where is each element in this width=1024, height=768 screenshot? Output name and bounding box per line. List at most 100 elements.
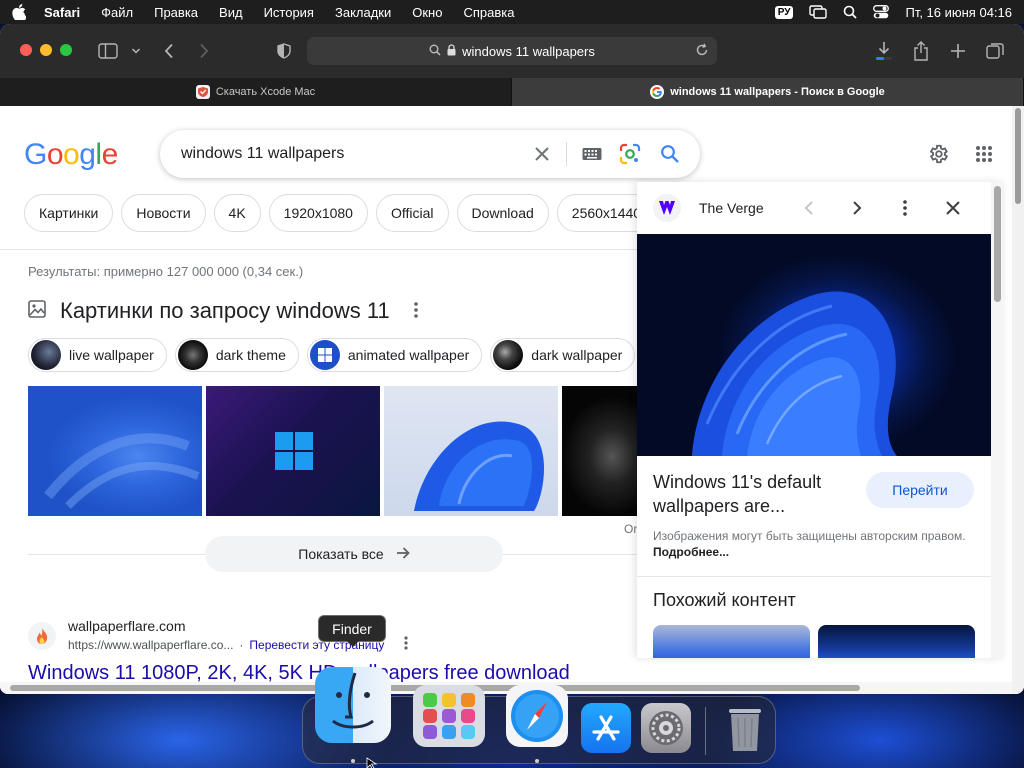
search-box[interactable]: windows 11 wallpapers bbox=[160, 130, 700, 178]
menu-bookmarks[interactable]: Закладки bbox=[335, 5, 391, 20]
similar-image[interactable] bbox=[653, 625, 810, 658]
tab-overview-icon[interactable] bbox=[983, 39, 1007, 63]
clear-search-icon[interactable] bbox=[530, 142, 554, 166]
image-result[interactable] bbox=[206, 386, 380, 516]
screen-mirroring-icon[interactable] bbox=[809, 5, 828, 19]
downloads-icon[interactable] bbox=[872, 39, 896, 63]
close-panel-icon[interactable] bbox=[941, 196, 965, 220]
horizontal-scrollbar[interactable] bbox=[0, 682, 1012, 694]
menu-bar: Safari Файл Правка Вид История Закладки … bbox=[0, 0, 1024, 24]
tab-group-chevron-icon[interactable] bbox=[124, 39, 148, 63]
reload-icon[interactable] bbox=[695, 43, 709, 60]
result-url[interactable]: https://www.wallpaperflare.co... bbox=[68, 638, 233, 652]
trash-icon[interactable] bbox=[721, 703, 769, 755]
forward-icon[interactable] bbox=[192, 39, 216, 63]
menu-view[interactable]: Вид bbox=[219, 5, 243, 20]
similar-image[interactable] bbox=[818, 625, 975, 658]
logo-letter: G bbox=[24, 138, 47, 171]
system-settings-icon[interactable] bbox=[641, 703, 691, 753]
more-options-icon[interactable] bbox=[413, 298, 418, 324]
refine-pill-dark-wallpaper[interactable]: dark wallpaper bbox=[490, 338, 636, 372]
lens-icon[interactable] bbox=[618, 142, 642, 166]
google-favicon-icon bbox=[650, 85, 665, 99]
safari-toolbar: windows 11 wallpapers bbox=[0, 24, 1024, 78]
menubar-clock[interactable]: Пт, 16 июня 04:16 bbox=[905, 5, 1012, 20]
visit-button[interactable]: Перейти bbox=[866, 472, 974, 508]
shield-favicon-icon bbox=[195, 85, 210, 99]
truncated-caption: Or bbox=[624, 522, 638, 536]
site-favicon-icon[interactable] bbox=[28, 622, 56, 650]
pill-label: dark wallpaper bbox=[531, 347, 623, 363]
google-results-page: Google windows 11 wallpapers Картинки Но… bbox=[0, 106, 1012, 694]
input-source-indicator[interactable]: РУ bbox=[774, 5, 794, 19]
spotlight-icon[interactable] bbox=[843, 5, 858, 19]
menu-file[interactable]: Файл bbox=[101, 5, 133, 20]
safari-window: windows 11 wallpapers Скачать Xcode Mac bbox=[0, 24, 1024, 694]
filter-chips: Картинки Новости 4K 1920x1080 Official D… bbox=[24, 194, 657, 232]
minimize-window-button[interactable] bbox=[40, 44, 52, 56]
preview-source-name[interactable]: The Verge bbox=[699, 200, 764, 216]
previous-image-icon[interactable] bbox=[797, 196, 821, 220]
google-apps-icon[interactable] bbox=[972, 142, 996, 166]
the-verge-logo-icon[interactable] bbox=[653, 194, 681, 222]
show-all-button[interactable]: Показать все bbox=[205, 536, 503, 572]
image-preview-panel: The Verge Windows 11's default wallpaper… bbox=[637, 182, 1004, 658]
google-logo[interactable]: Google bbox=[24, 138, 118, 172]
share-icon[interactable] bbox=[909, 39, 933, 63]
zoom-window-button[interactable] bbox=[60, 44, 72, 56]
refine-pill-live-wallpaper[interactable]: live wallpaper bbox=[28, 338, 167, 372]
apple-menu-icon[interactable] bbox=[12, 4, 26, 20]
logo-letter: o bbox=[63, 138, 80, 171]
vertical-scrollbar-thumb[interactable] bbox=[1015, 108, 1021, 204]
url-separator: · bbox=[239, 638, 244, 652]
result-site-name[interactable]: wallpaperflare.com bbox=[68, 618, 186, 634]
refine-pill-dark-theme[interactable]: dark theme bbox=[174, 338, 299, 372]
close-window-button[interactable] bbox=[20, 44, 32, 56]
app-store-icon[interactable] bbox=[581, 703, 631, 753]
copyright-notice: Изображения могут быть защищены авторски… bbox=[653, 528, 973, 560]
result-more-options-icon[interactable] bbox=[404, 636, 408, 655]
safari-icon[interactable] bbox=[506, 685, 568, 747]
new-tab-icon[interactable] bbox=[946, 39, 970, 63]
next-image-icon[interactable] bbox=[845, 196, 869, 220]
mouse-cursor-icon bbox=[366, 756, 378, 768]
preview-panel-header: The Verge bbox=[637, 182, 991, 234]
launchpad-icon[interactable] bbox=[413, 685, 485, 747]
preview-title[interactable]: Windows 11's default wallpapers are... bbox=[653, 470, 853, 518]
panel-more-options-icon[interactable] bbox=[893, 196, 917, 220]
learn-more-link[interactable]: Подробнее... bbox=[653, 545, 729, 559]
finder-icon[interactable] bbox=[315, 667, 391, 743]
refine-pill-animated-wallpaper[interactable]: animated wallpaper bbox=[306, 338, 483, 372]
tab-google-search[interactable]: windows 11 wallpapers - Поиск в Google bbox=[512, 78, 1024, 106]
image-result[interactable] bbox=[28, 386, 202, 516]
menu-app-safari[interactable]: Safari bbox=[44, 5, 80, 20]
menu-help[interactable]: Справка bbox=[463, 5, 514, 20]
menu-window[interactable]: Окно bbox=[412, 5, 442, 20]
logo-letter: g bbox=[79, 138, 96, 171]
filter-chip-images[interactable]: Картинки bbox=[24, 194, 114, 232]
panel-scrollbar-thumb[interactable] bbox=[994, 186, 1001, 302]
control-center-icon[interactable] bbox=[873, 5, 890, 19]
search-input[interactable]: windows 11 wallpapers bbox=[181, 145, 344, 163]
vertical-scrollbar[interactable] bbox=[1012, 106, 1024, 694]
menu-edit[interactable]: Правка bbox=[154, 5, 198, 20]
image-result[interactable] bbox=[562, 386, 642, 516]
running-indicator bbox=[351, 759, 355, 763]
filter-chip-4k[interactable]: 4K bbox=[213, 194, 261, 232]
back-icon[interactable] bbox=[157, 39, 181, 63]
menu-history[interactable]: История bbox=[264, 5, 314, 20]
tab-xcode[interactable]: Скачать Xcode Mac bbox=[0, 78, 512, 106]
image-result[interactable] bbox=[384, 386, 558, 516]
keyboard-icon[interactable] bbox=[580, 142, 604, 166]
search-submit-icon[interactable] bbox=[658, 142, 682, 166]
preview-image[interactable] bbox=[637, 234, 991, 456]
panel-scrollbar[interactable] bbox=[991, 182, 1004, 658]
filter-chip-1920x1080[interactable]: 1920x1080 bbox=[268, 194, 368, 232]
address-bar[interactable]: windows 11 wallpapers bbox=[307, 37, 717, 65]
privacy-shield-icon[interactable] bbox=[272, 39, 296, 63]
filter-chip-news[interactable]: Новости bbox=[121, 194, 206, 232]
filter-chip-official[interactable]: Official bbox=[375, 194, 449, 232]
sidebar-toggle-icon[interactable] bbox=[96, 39, 120, 63]
settings-gear-icon[interactable] bbox=[926, 142, 950, 166]
filter-chip-download[interactable]: Download bbox=[456, 194, 549, 232]
